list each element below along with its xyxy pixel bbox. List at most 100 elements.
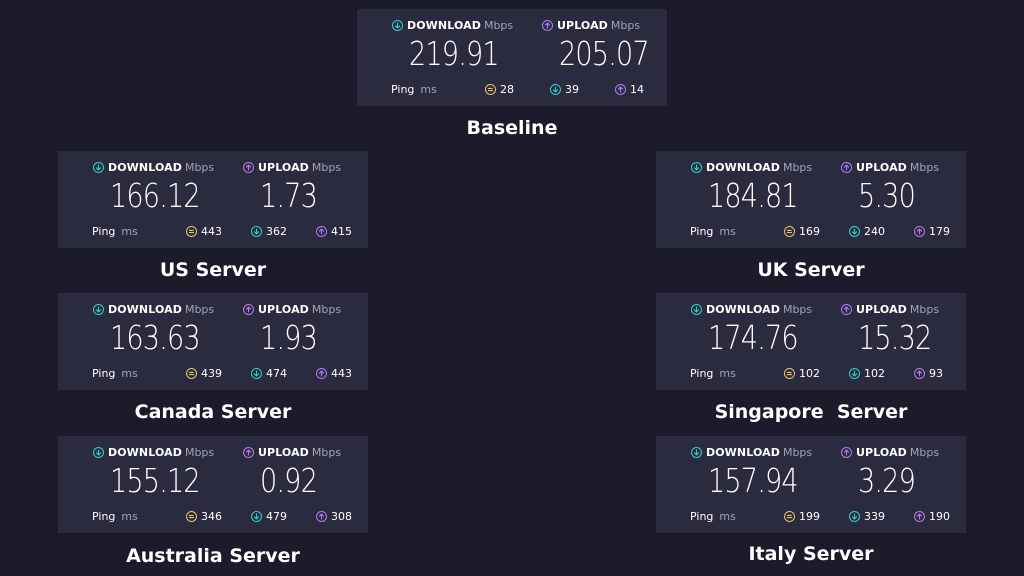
ping-upload-stat: 190 [914, 509, 950, 523]
ping-label: Ping [690, 509, 714, 523]
ping-label: Ping [391, 82, 415, 96]
ping-row: Ping ms [92, 366, 138, 380]
jitter-icon [485, 83, 496, 95]
ping-jitter-stat: 346 [186, 509, 222, 523]
download-unit: Mbps [483, 18, 514, 32]
server-caption-uk: UK Server [757, 259, 865, 281]
arrow-down-circle-icon [550, 83, 561, 95]
arrow-down-circle-icon [93, 161, 104, 173]
ping-upload-stat: 415 [316, 224, 352, 238]
download-label: DOWNLOAD [108, 445, 182, 459]
speed-card-canada: DOWNLOAD Mbps 163.63 UPLOAD Mbps 1.93 Pi… [58, 293, 368, 390]
ping-upload-value: 93 [929, 366, 943, 380]
download-label: DOWNLOAD [108, 160, 182, 174]
ping-row: Ping ms [92, 509, 138, 523]
ping-jitter-value: 439 [201, 366, 222, 380]
ping-jitter-stat: 199 [784, 509, 820, 523]
ping-jitter-stat: 439 [186, 366, 222, 380]
server-caption-us: US Server [159, 259, 267, 281]
download-speed-value: 166.12 [110, 176, 201, 215]
ping-download-value: 362 [266, 224, 287, 238]
ping-jitter-value: 102 [799, 366, 820, 380]
download-label: DOWNLOAD [706, 445, 780, 459]
ping-row: Ping ms [690, 509, 736, 523]
arrow-down-circle-icon [691, 446, 702, 458]
arrow-up-circle-icon [841, 161, 852, 173]
ping-row: Ping ms [690, 224, 736, 238]
jitter-icon [784, 225, 795, 237]
ping-unit: ms [121, 509, 138, 523]
download-label: DOWNLOAD [706, 160, 780, 174]
ping-label: Ping [92, 509, 116, 523]
ping-download-stat: 240 [849, 224, 885, 238]
download-label: DOWNLOAD [706, 302, 780, 316]
arrow-up-circle-icon [243, 446, 254, 458]
arrow-down-circle-icon [849, 510, 860, 522]
ping-unit: ms [719, 224, 736, 238]
ping-download-value: 479 [266, 509, 287, 523]
ping-unit: ms [719, 366, 736, 380]
download-unit: Mbps [782, 445, 813, 459]
arrow-up-circle-icon [914, 367, 925, 379]
ping-download-stat: 102 [849, 366, 885, 380]
server-caption-singapore: Singapore Server [714, 401, 908, 423]
ping-upload-stat: 443 [316, 366, 352, 380]
upload-unit: Mbps [909, 302, 940, 316]
download-speed-value: 174.76 [708, 318, 799, 357]
ping-label: Ping [690, 224, 714, 238]
jitter-icon [186, 225, 197, 237]
ping-jitter-value: 443 [201, 224, 222, 238]
ping-jitter-stat: 102 [784, 366, 820, 380]
upload-label: UPLOAD [856, 160, 907, 174]
upload-unit: Mbps [311, 302, 342, 316]
server-caption-baseline: Baseline [466, 117, 558, 139]
arrow-down-circle-icon [93, 303, 104, 315]
ping-row: Ping ms [690, 366, 736, 380]
ping-upload-stat: 93 [914, 366, 943, 380]
download-unit: Mbps [782, 302, 813, 316]
download-unit: Mbps [184, 445, 215, 459]
download-section: DOWNLOAD Mbps 157.94 [691, 445, 841, 500]
ping-upload-stat: 179 [914, 224, 950, 238]
arrow-down-circle-icon [691, 303, 702, 315]
download-speed-value: 163.63 [110, 318, 201, 357]
download-speed-value: 219.91 [409, 34, 500, 73]
upload-label: UPLOAD [258, 445, 309, 459]
upload-label: UPLOAD [258, 302, 309, 316]
ping-download-stat: 339 [849, 509, 885, 523]
upload-speed-value: 0.92 [260, 461, 318, 500]
download-section: DOWNLOAD Mbps 184.81 [691, 160, 841, 215]
ping-upload-value: 415 [331, 224, 352, 238]
ping-unit: ms [121, 366, 138, 380]
download-unit: Mbps [184, 302, 215, 316]
jitter-icon [186, 510, 197, 522]
ping-upload-stat: 308 [316, 509, 352, 523]
upload-label: UPLOAD [856, 302, 907, 316]
arrow-up-circle-icon [243, 161, 254, 173]
upload-label: UPLOAD [258, 160, 309, 174]
download-section: DOWNLOAD Mbps 155.12 [93, 445, 243, 500]
arrow-down-circle-icon [691, 161, 702, 173]
server-caption-italy: Italy Server [748, 543, 874, 565]
download-unit: Mbps [782, 160, 813, 174]
download-section: DOWNLOAD Mbps 166.12 [93, 160, 243, 215]
arrow-up-circle-icon [316, 510, 327, 522]
upload-speed-value: 3.29 [858, 461, 916, 500]
ping-upload-value: 443 [331, 366, 352, 380]
jitter-icon [784, 367, 795, 379]
arrow-down-circle-icon [849, 367, 860, 379]
server-caption-canada: Canada Server [134, 401, 292, 423]
upload-section: UPLOAD Mbps 0.92 [243, 445, 393, 500]
ping-upload-stat: 14 [615, 82, 644, 96]
upload-unit: Mbps [311, 445, 342, 459]
ping-jitter-value: 169 [799, 224, 820, 238]
ping-label: Ping [92, 224, 116, 238]
upload-unit: Mbps [311, 160, 342, 174]
speed-card-australia: DOWNLOAD Mbps 155.12 UPLOAD Mbps 0.92 Pi… [58, 436, 368, 533]
upload-label: UPLOAD [557, 18, 608, 32]
download-section: DOWNLOAD Mbps 163.63 [93, 302, 243, 357]
ping-upload-value: 308 [331, 509, 352, 523]
download-speed-value: 157.94 [708, 461, 799, 500]
speed-card-italy: DOWNLOAD Mbps 157.94 UPLOAD Mbps 3.29 Pi… [656, 436, 966, 533]
ping-jitter-stat: 169 [784, 224, 820, 238]
